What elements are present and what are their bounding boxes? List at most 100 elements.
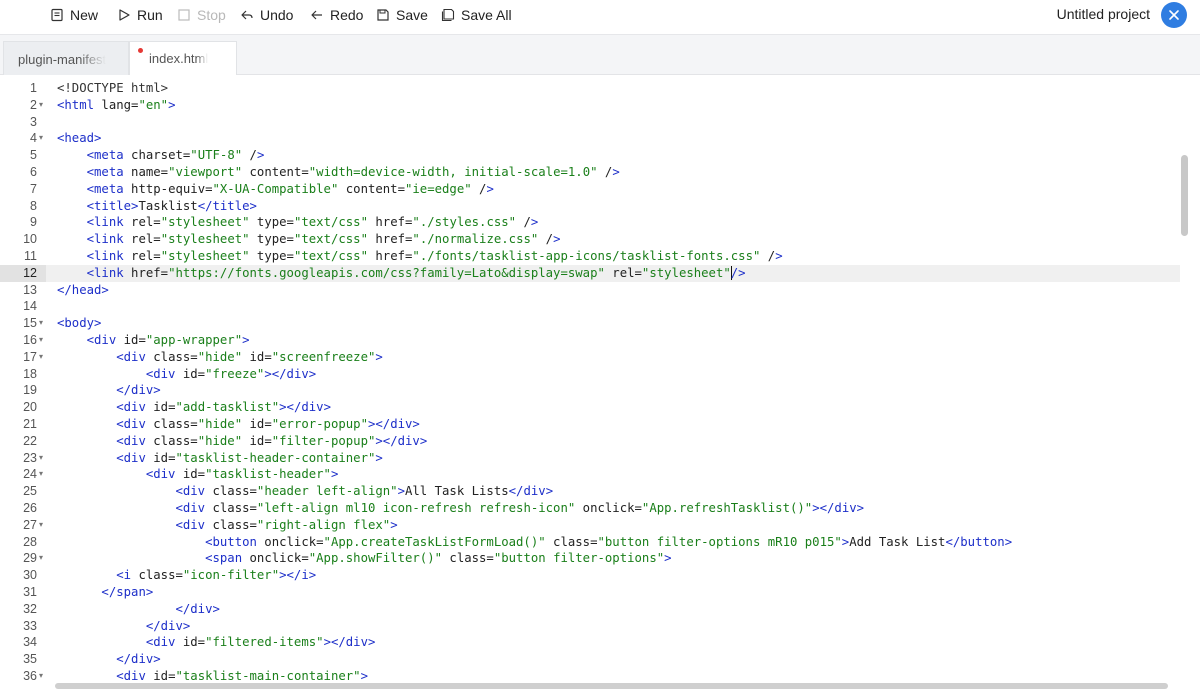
close-button[interactable] — [1161, 2, 1187, 28]
fold-arrow-icon[interactable]: ▾ — [39, 450, 43, 467]
code-line[interactable]: 24 ▾ <div id="tasklist-header"> — [0, 466, 1180, 483]
tab-label: index.html — [149, 51, 209, 66]
code-line[interactable]: 27 ▾ <div class="right-align flex"> — [0, 517, 1180, 534]
code-line[interactable]: 4 ▾ <head> — [0, 130, 1180, 147]
code-text: <div class="hide" id="error-popup"></div… — [116, 416, 420, 431]
redo-icon — [311, 10, 322, 20]
line-number: 8 — [30, 198, 37, 213]
code-text: </div> — [116, 383, 161, 398]
fold-arrow-icon[interactable]: ▾ — [39, 668, 43, 685]
fold-arrow-icon[interactable]: ▾ — [39, 349, 43, 366]
code-line[interactable]: 32 </div> — [0, 601, 1180, 618]
code-line[interactable]: 3 — [0, 114, 1180, 131]
code-text: </head> — [57, 282, 109, 297]
code-line[interactable]: 21 <div class="hide" id="error-popup"></… — [0, 416, 1180, 433]
new-label: New — [70, 7, 99, 23]
code-line[interactable]: 33 </div> — [0, 618, 1180, 635]
code-line[interactable]: 2 ▾ <html lang="en"> — [0, 97, 1180, 114]
code-line[interactable]: 14 — [0, 298, 1180, 315]
code-line[interactable]: 31 </span> — [0, 584, 1180, 601]
line-number: 7 — [30, 181, 37, 196]
line-number: 21 — [23, 416, 37, 431]
run-button[interactable]: Run — [117, 5, 163, 25]
code-text: <link rel="stylesheet" type="text/css" h… — [86, 215, 539, 230]
play-icon — [119, 9, 130, 21]
line-number: 1 — [30, 81, 37, 95]
code-line[interactable]: 5 <meta charset="UTF-8" /> — [0, 147, 1180, 164]
code-line[interactable]: 8 <title>Tasklist</title> — [0, 198, 1180, 215]
line-number: 14 — [23, 299, 37, 314]
code-line[interactable]: 23 ▾ <div id="tasklist-header-container"> — [0, 450, 1180, 467]
line-number: 35 — [23, 652, 37, 667]
code-line[interactable]: 25 <div class="header left-align">All Ta… — [0, 483, 1180, 500]
line-number: 6 — [30, 164, 37, 179]
code-line[interactable]: 7 <meta http-equiv="X-UA-Compatible" con… — [0, 181, 1180, 198]
code-text: <div class="hide" id="filter-popup"></di… — [116, 433, 428, 448]
code-line[interactable]: 13 </head> — [0, 282, 1180, 299]
code-line[interactable]: 28 <button onclick="App.createTaskListFo… — [0, 534, 1180, 551]
line-number: 32 — [23, 601, 37, 616]
code-line[interactable]: 22 <div class="hide" id="filter-popup"><… — [0, 433, 1180, 450]
code-line[interactable]: 34 <div id="filtered-items"></div> — [0, 634, 1180, 651]
code-line[interactable]: 15 ▾ <body> — [0, 315, 1180, 332]
code-line[interactable]: 10 <link rel="stylesheet" type="text/css… — [0, 231, 1180, 248]
code-line[interactable]: 6 <meta name="viewport" content="width=d… — [0, 164, 1180, 181]
code-line[interactable]: 30 <i class="icon-filter"></i> — [0, 567, 1180, 584]
line-number: 34 — [23, 635, 37, 650]
code-line[interactable]: 17 ▾ <div class="hide" id="screenfreeze"> — [0, 349, 1180, 366]
save-all-button[interactable]: Save All — [441, 5, 512, 25]
fold-arrow-icon[interactable]: ▾ — [39, 130, 43, 147]
code-text: <div id="add-tasklist"></div> — [116, 400, 331, 415]
undo-button[interactable]: Undo — [240, 5, 293, 25]
code-text: <!DOCTYPE html> — [57, 81, 169, 95]
new-button[interactable]: New — [50, 5, 98, 25]
code-line[interactable]: 11 <link rel="stylesheet" type="text/css… — [0, 248, 1180, 265]
code-line[interactable]: 1 <!DOCTYPE html> — [0, 80, 1180, 97]
fold-arrow-icon[interactable]: ▾ — [39, 517, 43, 534]
tab-bar: plugin-manifest index.html — [0, 34, 1200, 76]
line-number: 13 — [23, 282, 37, 297]
code-text: <link href="https://fonts.googleapis.com… — [86, 265, 746, 281]
save-button[interactable]: Save — [376, 5, 428, 25]
code-lines[interactable]: 1 <!DOCTYPE html> 2 ▾ <html lang="en"> 3 4 ▾ <he… — [0, 80, 1180, 685]
redo-button[interactable]: Redo — [310, 5, 363, 25]
code-text: <div class="right-align flex"> — [175, 517, 398, 532]
code-text: <div id="filtered-items"></div> — [145, 635, 376, 650]
code-line[interactable]: 35 </div> — [0, 651, 1180, 668]
code-text: <button onclick="App.createTaskListFormL… — [205, 534, 1013, 549]
line-number: 5 — [30, 148, 37, 163]
code-text: <div id="tasklist-header"> — [145, 467, 339, 482]
code-text: <div class="left-align ml10 icon-refresh… — [175, 500, 865, 515]
vertical-scrollbar[interactable] — [1181, 155, 1188, 236]
code-line[interactable]: 19 </div> — [0, 382, 1180, 399]
fold-arrow-icon[interactable]: ▾ — [39, 550, 43, 567]
fold-arrow-icon[interactable]: ▾ — [39, 97, 43, 114]
undo-icon — [241, 10, 253, 20]
line-number: 26 — [23, 500, 37, 515]
fold-arrow-icon[interactable]: ▾ — [39, 315, 43, 332]
code-line[interactable]: 20 <div id="add-tasklist"></div> — [0, 399, 1180, 416]
code-line[interactable]: 12 <link href="https://fonts.googleapis.… — [0, 264, 1180, 282]
code-line[interactable]: 16 ▾ <div id="app-wrapper"> — [0, 332, 1180, 349]
project-title[interactable]: Untitled project — [1057, 6, 1150, 22]
stop-icon — [178, 9, 190, 21]
code-line[interactable]: 26 <div class="left-align ml10 icon-refr… — [0, 500, 1180, 517]
code-text: <div class="hide" id="screenfreeze"> — [116, 349, 383, 364]
code-line[interactable]: 29 ▾ <span onclick="App.showFilter()" cla… — [0, 550, 1180, 567]
fold-arrow-icon[interactable]: ▾ — [39, 466, 43, 483]
code-line[interactable]: 18 <div id="freeze"></div> — [0, 366, 1180, 383]
redo-label: Redo — [330, 7, 364, 23]
code-text: <meta name="viewport" content="width=dev… — [86, 164, 620, 179]
code-text: <head> — [57, 131, 102, 146]
code-line[interactable]: 9 <link rel="stylesheet" type="text/css"… — [0, 214, 1180, 231]
stop-button[interactable]: Stop — [177, 5, 226, 25]
tab-index-html[interactable]: index.html — [129, 41, 237, 76]
line-number: 19 — [23, 383, 37, 398]
code-editor[interactable]: 1 <!DOCTYPE html> 2 ▾ <html lang="en"> 3 4 ▾ <he… — [0, 75, 1200, 693]
fold-arrow-icon[interactable]: ▾ — [39, 332, 43, 349]
code-text: <i class="icon-filter"></i> — [116, 568, 317, 583]
line-number: 11 — [24, 248, 37, 263]
horizontal-scrollbar[interactable] — [55, 683, 1168, 689]
save-all-label: Save All — [461, 7, 512, 23]
tab-plugin-manifest[interactable]: plugin-manifest — [3, 41, 129, 76]
